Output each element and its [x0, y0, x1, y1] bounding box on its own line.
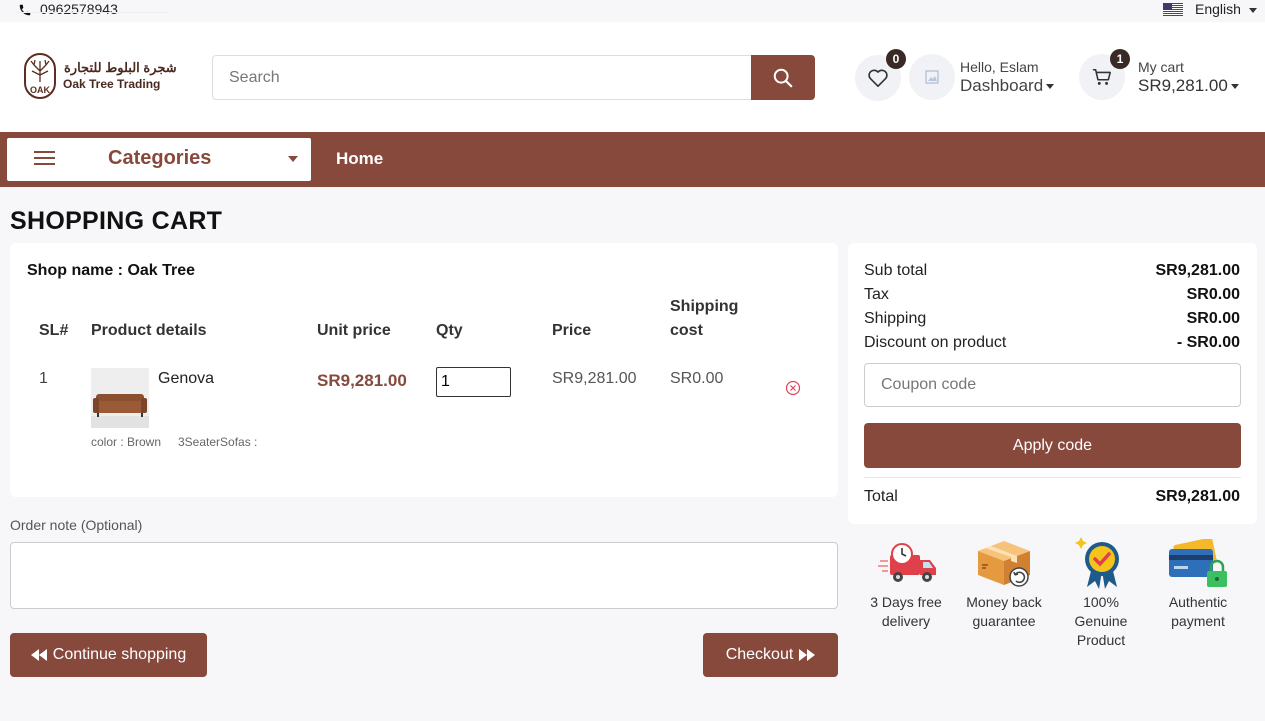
heart-icon — [868, 69, 888, 87]
avatar[interactable] — [909, 54, 955, 100]
product-name[interactable]: Genova — [158, 370, 214, 388]
delivery-truck-icon — [878, 543, 936, 582]
line-shipping: SR0.00 — [670, 370, 724, 387]
column-header-qty: Qty — [436, 322, 463, 339]
backward-icon — [30, 649, 47, 661]
cart-label: My cart — [1138, 59, 1184, 75]
language-chevron-down-icon[interactable] — [1249, 8, 1257, 13]
total-value: SR9,281.00 — [1155, 488, 1240, 505]
feature-genuine-product: 100% Genuine Product — [1055, 593, 1147, 650]
column-header-sl: SL# — [39, 322, 69, 339]
forward-icon — [799, 649, 816, 661]
tax-label: Tax — [864, 286, 889, 303]
feature-money-back-line2: guarantee — [972, 613, 1036, 629]
cart-chevron-down-icon[interactable] — [1231, 84, 1239, 89]
logo-english-name: Oak Tree Trading — [63, 77, 161, 91]
summary-divider — [864, 477, 1241, 478]
unit-price: SR9,281.00 — [317, 371, 407, 390]
discount-label: Discount on product — [864, 334, 1007, 351]
feature-authentic-line1: Authentic — [1168, 594, 1228, 610]
feature-money-back: Money back guarantee — [958, 593, 1050, 631]
column-header-price: Price — [552, 322, 592, 339]
continue-shopping-label: Continue shopping — [52, 646, 187, 663]
column-header-shipping: Shipping — [670, 298, 739, 315]
apply-code-button[interactable]: Apply code — [864, 423, 1241, 468]
image-placeholder-icon — [925, 70, 939, 84]
checkout-button[interactable]: Checkout — [703, 633, 838, 677]
page-title: SHOPPING CART — [10, 207, 223, 235]
logo-mark-text: OAK — [30, 85, 50, 95]
shipping-label: Shipping — [864, 310, 927, 327]
categories-chevron-down-icon[interactable] — [288, 156, 298, 162]
feature-authentic-line2: payment — [1171, 613, 1225, 629]
us-flag-icon[interactable] — [1163, 3, 1183, 16]
cart-icon — [1092, 68, 1111, 85]
subtotal-value: SR9,281.00 — [1155, 262, 1240, 279]
order-note-label: Order note (Optional) — [10, 517, 143, 533]
column-header-shipping-cost: cost — [670, 322, 703, 339]
cart-count-badge: 1 — [1110, 49, 1130, 69]
search-input[interactable] — [212, 55, 752, 100]
wishlist-count-badge: 0 — [886, 49, 906, 69]
sofa-image — [91, 368, 149, 428]
genuine-badge-icon — [1075, 537, 1119, 589]
checkout-label: Checkout — [725, 646, 794, 663]
cart-total[interactable]: SR9,281.00 — [1138, 76, 1228, 96]
logo-arabic-name: شجرة البلوط للتجارة — [64, 60, 177, 75]
top-bar — [0, 0, 1265, 22]
money-back-box-icon — [978, 541, 1030, 587]
remove-item-icon[interactable] — [785, 380, 801, 396]
continue-shopping-button[interactable]: Continue shopping — [10, 633, 207, 677]
tax-value: SR0.00 — [1186, 286, 1240, 303]
column-header-unit-price: Unit price — [317, 322, 391, 339]
feature-genuine-line1: 100% Genuine — [1074, 594, 1128, 629]
line-price: SR9,281.00 — [552, 370, 637, 387]
feature-free-delivery-line2: delivery — [881, 613, 931, 629]
dashboard-menu[interactable]: Dashboard — [960, 76, 1043, 96]
quantity-input[interactable] — [436, 367, 511, 397]
shop-name: Shop name : Oak Tree — [27, 262, 196, 279]
column-header-product: Product details — [91, 322, 207, 339]
order-note-field[interactable] — [10, 542, 838, 609]
total-label: Total — [864, 488, 898, 505]
feature-free-delivery-line1: 3 Days free — [870, 594, 942, 610]
hamburger-menu-icon[interactable] — [34, 150, 55, 166]
coupon-code-input[interactable] — [864, 363, 1241, 407]
secure-card-icon — [1169, 539, 1227, 587]
categories-label[interactable]: Categories — [108, 147, 211, 170]
language-selector[interactable]: English — [1195, 1, 1241, 17]
variant-color: color : Brown — [91, 435, 162, 449]
feature-money-back-line1: Money back — [966, 594, 1042, 610]
discount-value: - SR0.00 — [1176, 334, 1240, 351]
search-icon — [773, 68, 793, 87]
row-sl: 1 — [39, 370, 48, 387]
variant-type: 3SeaterSofas : — [178, 435, 258, 449]
feature-genuine-line2: Product — [1076, 632, 1126, 648]
logo-emblem[interactable]: OAK — [24, 53, 56, 99]
product-thumbnail[interactable] — [91, 368, 149, 428]
shipping-value: SR0.00 — [1186, 310, 1240, 327]
user-greeting: Hello, Eslam — [960, 59, 1039, 75]
search-button[interactable] — [751, 55, 815, 100]
dashboard-chevron-down-icon[interactable] — [1046, 84, 1054, 89]
feature-authentic-payment: Authentic payment — [1152, 593, 1244, 631]
tree-icon — [30, 59, 50, 82]
subtotal-label: Sub total — [864, 262, 928, 279]
feature-free-delivery: 3 Days free delivery — [860, 593, 952, 631]
nav-home-link[interactable]: Home — [336, 149, 383, 169]
